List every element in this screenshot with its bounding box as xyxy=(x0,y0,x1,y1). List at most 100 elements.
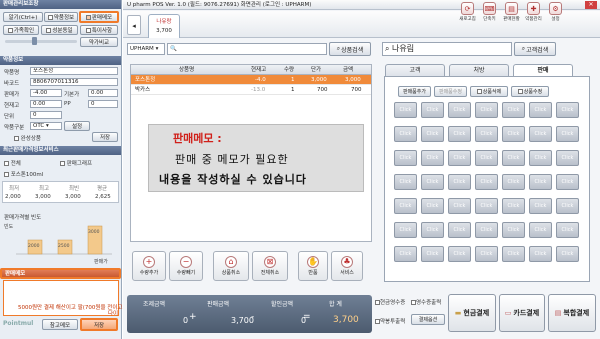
quick-key-button[interactable]: Click xyxy=(475,222,498,238)
drug-name-field[interactable]: 포스톤정 xyxy=(30,67,118,75)
family-checkbox[interactable] xyxy=(7,27,13,33)
pos-tab[interactable]: 나유랑 3,700 xyxy=(148,14,180,38)
quick-key-button[interactable]: Click xyxy=(502,198,525,214)
cancel-all-button[interactable]: ⊠ 전체취소 xyxy=(252,251,288,281)
edit-sale-item-button[interactable]: 판매품수정 xyxy=(434,86,467,97)
sale-memo-checkbox[interactable] xyxy=(85,14,91,20)
graph-checkbox[interactable] xyxy=(60,161,65,166)
ingredient-checkbox[interactable] xyxy=(46,27,52,33)
zoom-slider[interactable] xyxy=(5,40,77,43)
customer-name-field[interactable]: ⌕ 나유림 xyxy=(382,42,512,56)
quick-key-button[interactable]: Click xyxy=(475,198,498,214)
quick-key-button[interactable]: Click xyxy=(394,222,417,238)
quick-key-button[interactable]: Click xyxy=(502,102,525,118)
quick-key-button[interactable]: Click xyxy=(556,126,579,142)
barcode-field[interactable]: 8806707011316 xyxy=(30,78,118,86)
class-select[interactable]: OTC ▾ xyxy=(30,122,62,130)
drug-mgmt-button[interactable]: ✚ 약품관리 xyxy=(524,2,543,25)
quick-key-button[interactable]: Click xyxy=(556,222,579,238)
card-pay-button[interactable]: ▭ 카드결제 xyxy=(499,294,545,332)
quick-key-button[interactable]: Click xyxy=(421,174,444,190)
receipt-print-option[interactable]: 영수증출력 xyxy=(411,298,441,306)
item-checkbox[interactable] xyxy=(4,172,9,177)
delete-item-button[interactable]: 상품삭제 xyxy=(470,86,508,97)
quick-key-button[interactable]: Click xyxy=(448,102,471,118)
quick-key-button[interactable]: Click xyxy=(502,246,525,262)
special-button[interactable]: 특이사항 xyxy=(80,25,118,35)
qty-sub-button[interactable]: − 수량빼기 xyxy=(169,251,203,281)
quick-key-button[interactable]: Click xyxy=(448,126,471,142)
quick-key-button[interactable]: Click xyxy=(475,246,498,262)
quick-key-button[interactable]: Click xyxy=(529,150,552,166)
edit-item-checkbox[interactable] xyxy=(517,89,523,94)
delete-item-checkbox[interactable] xyxy=(476,89,482,94)
quick-key-button[interactable]: Click xyxy=(556,246,579,262)
quick-key-button[interactable]: Click xyxy=(502,222,525,238)
quick-key-button[interactable]: Click xyxy=(421,150,444,166)
quick-key-button[interactable]: Click xyxy=(529,246,552,262)
age-button[interactable]: 알기(Ctrl+) xyxy=(3,12,43,22)
quick-key-button[interactable]: Click xyxy=(421,222,444,238)
all-option[interactable]: 전체 xyxy=(4,159,21,167)
quick-key-button[interactable]: Click xyxy=(448,174,471,190)
sales-status-button[interactable]: ▤ 판매현황 xyxy=(502,2,521,25)
quick-key-button[interactable]: Click xyxy=(475,102,498,118)
customer-search-button[interactable]: ⌕ 고객검색 xyxy=(514,42,556,56)
shortcut-button[interactable]: ⌨ 단축키 xyxy=(480,2,499,25)
family-button[interactable]: 가족확인 xyxy=(3,25,39,35)
ingredient-button[interactable]: 성분동일 xyxy=(41,25,78,35)
return-button[interactable]: ✋ 반품 xyxy=(298,251,328,281)
cash-pay-button[interactable]: ▬ 현금결제 xyxy=(448,294,496,332)
unit-field[interactable]: 0 xyxy=(30,111,62,119)
memo-save-button[interactable]: 저장 xyxy=(80,318,118,331)
drug-info-checkbox[interactable] xyxy=(47,14,53,20)
quick-key-button[interactable]: Click xyxy=(448,222,471,238)
product-search-button[interactable]: ⌕ 상품검색 xyxy=(329,42,371,56)
quick-key-button[interactable]: Click xyxy=(421,126,444,142)
drug-save-button[interactable]: 저장 xyxy=(92,132,118,142)
setting-button[interactable]: 설정 xyxy=(64,121,90,131)
all-checkbox[interactable] xyxy=(4,161,9,166)
quick-key-button[interactable]: Click xyxy=(394,102,417,118)
quick-key-button[interactable]: Click xyxy=(529,198,552,214)
payment-option-button[interactable]: 결제옵션 xyxy=(411,314,445,325)
search-mode-select[interactable]: UPHARM ▾ xyxy=(127,43,165,55)
envelope-print-option[interactable]: 약봉투출력 xyxy=(375,317,405,325)
quick-key-button[interactable]: Click xyxy=(502,150,525,166)
table-row[interactable]: 포스톤정 -4.0 1 3,000 3,000 xyxy=(131,75,371,85)
edit-item-button[interactable]: 상품수정 xyxy=(511,86,549,97)
quick-key-button[interactable]: Click xyxy=(475,126,498,142)
quick-key-button[interactable]: Click xyxy=(394,126,417,142)
quick-key-button[interactable]: Click xyxy=(421,102,444,118)
qty-add-button[interactable]: + 수량추가 xyxy=(132,251,166,281)
quick-key-button[interactable]: Click xyxy=(529,126,552,142)
quick-key-button[interactable]: Click xyxy=(394,150,417,166)
graph-option[interactable]: 판매그래프 xyxy=(60,159,92,167)
cancel-item-button[interactable]: ⌂ 상품취소 xyxy=(213,251,249,281)
quick-key-button[interactable]: Click xyxy=(448,246,471,262)
quick-key-button[interactable]: Click xyxy=(394,198,417,214)
cash-receipt-option[interactable]: 현금영수증 xyxy=(375,298,405,306)
ref-memo-button[interactable]: 참고메모 xyxy=(42,319,78,330)
tab-prescription[interactable]: 처방 xyxy=(449,64,509,76)
quick-key-button[interactable]: Click xyxy=(529,222,552,238)
full-product-option[interactable]: 완성상품 xyxy=(14,134,41,142)
quick-key-button[interactable]: Click xyxy=(529,102,552,118)
quick-key-button[interactable]: Click xyxy=(475,150,498,166)
service-button[interactable]: ♣ 서비스 xyxy=(331,251,363,281)
memo-area[interactable]: 5000원만 결제 해산이고 팔(700원을 전이고 다이 xyxy=(3,280,122,317)
quick-key-button[interactable]: Click xyxy=(556,174,579,190)
quick-key-button[interactable]: Click xyxy=(556,102,579,118)
tab-sale[interactable]: 판매 xyxy=(513,64,573,76)
quick-key-button[interactable]: Click xyxy=(502,126,525,142)
price-compare-button[interactable]: 약가비교 xyxy=(80,37,118,47)
item-option[interactable]: 포스톤100ml xyxy=(4,170,43,178)
quick-key-button[interactable]: Click xyxy=(448,150,471,166)
quick-key-button[interactable]: Click xyxy=(394,246,417,262)
product-search-input[interactable]: 🔍 xyxy=(167,43,327,55)
stock-field[interactable]: 0.00 xyxy=(30,100,62,108)
settings-button[interactable]: ⚙ 설정 xyxy=(546,2,565,25)
base-field[interactable]: 0.00 xyxy=(88,89,118,97)
quick-key-button[interactable]: Click xyxy=(475,174,498,190)
refresh-button[interactable]: ⟳ 새로고침 xyxy=(458,2,477,25)
